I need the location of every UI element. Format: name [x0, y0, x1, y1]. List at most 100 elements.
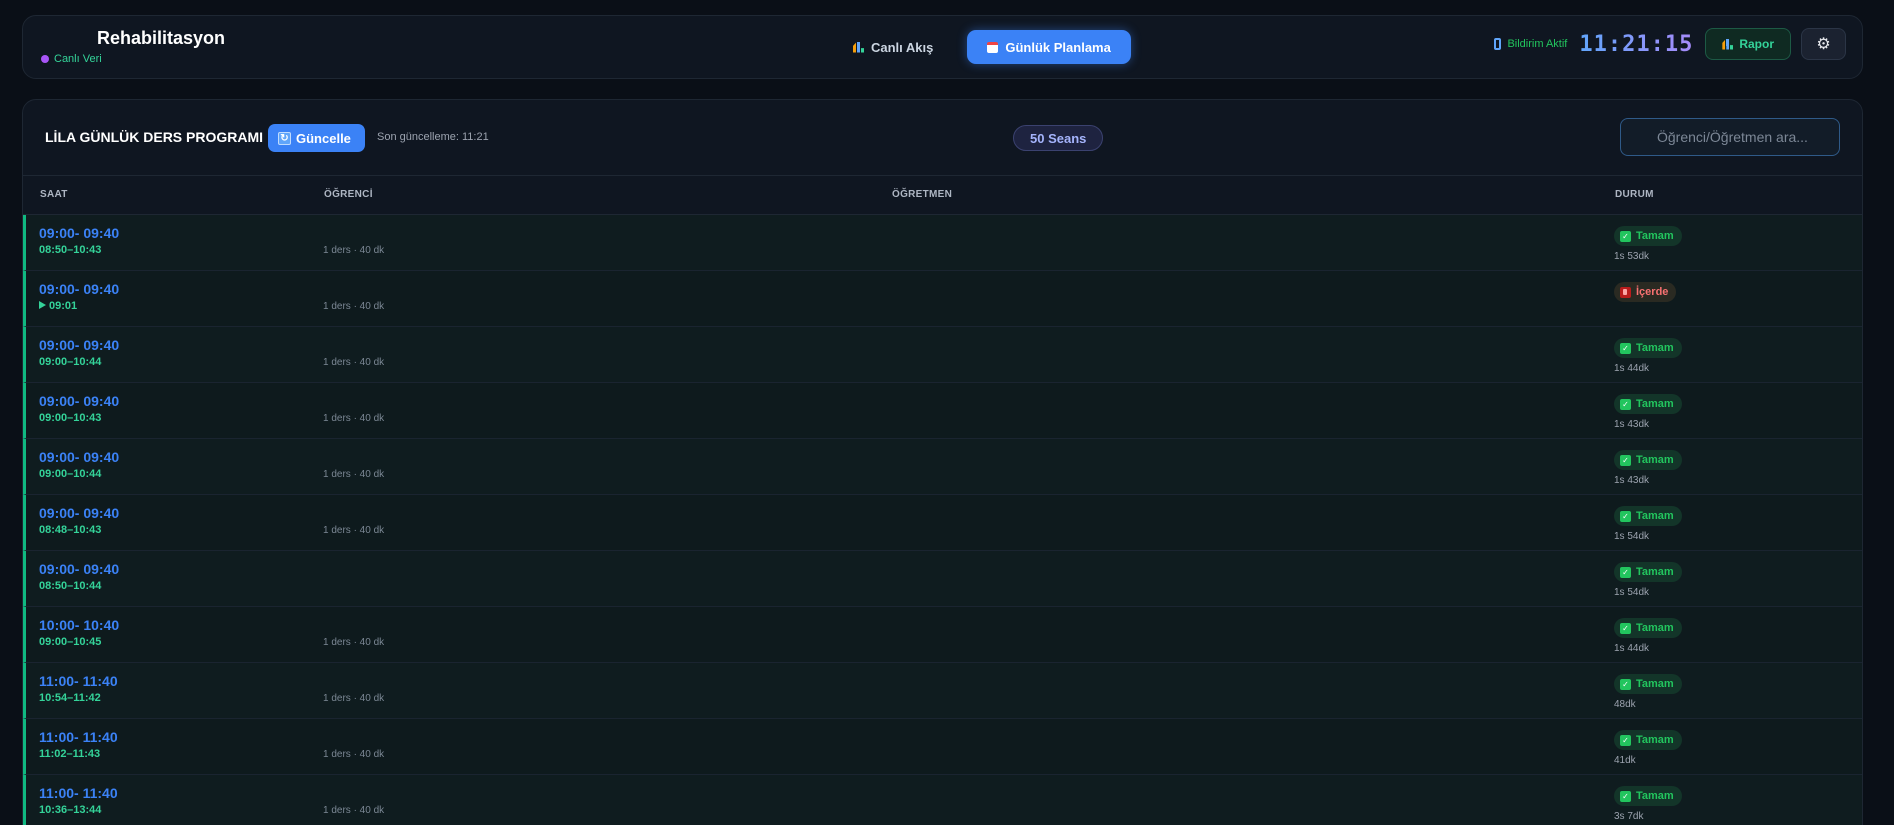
lesson-info: 1 ders · 40 dk: [323, 525, 385, 536]
status-label: İçerde: [1636, 286, 1669, 298]
scheduled-time: 09:00- 09:40: [39, 393, 120, 409]
play-icon: [39, 301, 46, 309]
scheduled-time: 09:00- 09:40: [39, 225, 120, 241]
phone-icon: [1494, 38, 1502, 50]
check-icon: ✓: [1620, 790, 1631, 802]
schedule-panel: LİLA GÜNLÜK DERS PROGRAMI ↻ Güncelle Son…: [22, 99, 1863, 825]
tab-live-flow[interactable]: Canlı Akış: [833, 30, 953, 64]
door-icon: [1620, 286, 1631, 298]
lesson-info: 1 ders · 40 dk: [323, 413, 385, 424]
live-label: Canlı Veri: [54, 53, 102, 65]
actual-time-text: 09:00–10:43: [39, 412, 102, 424]
table-row[interactable]: 09:00- 09:40 09:00–10:44 1 ders · 40 dk ✓ Ta…: [23, 327, 1862, 383]
actual-time: 09:01: [39, 300, 77, 312]
actual-time-text: 08:50–10:44: [39, 580, 102, 592]
actual-time: 08:48–10:43: [39, 524, 101, 536]
check-icon: ✓: [1620, 734, 1631, 746]
scheduled-time: 09:00- 09:40: [39, 505, 120, 521]
column-header-student[interactable]: ÖĞRENCİ: [324, 189, 373, 200]
check-icon: ✓: [1620, 454, 1631, 466]
table-row[interactable]: 09:00- 09:40 09:00–10:43 1 ders · 40 dk ✓ Ta…: [23, 383, 1862, 439]
clock: 11:21:15: [1579, 31, 1694, 57]
last-update-text: Son güncelleme: 11:21: [377, 131, 489, 143]
calendar-icon: [987, 41, 999, 53]
status-badge: ✓ Tamam: [1614, 618, 1682, 638]
status-badge: ✓ Tamam: [1614, 338, 1682, 358]
check-icon: ✓: [1620, 398, 1631, 410]
session-duration: 1s 53dk: [1614, 251, 1650, 262]
table-row[interactable]: 09:00- 09:40 08:48–10:43 1 ders · 40 dk ✓ Ta…: [23, 495, 1862, 551]
refresh-button[interactable]: ↻ Güncelle: [268, 124, 365, 152]
report-button[interactable]: Rapor: [1705, 28, 1791, 60]
view-tabs: Canlı Akış Günlük Planlama: [833, 30, 1131, 64]
actual-time-text: 09:00–10:44: [39, 468, 102, 480]
search-input[interactable]: [1620, 118, 1840, 156]
report-label: Rapor: [1739, 37, 1774, 51]
bar-chart-icon: [853, 41, 864, 53]
lesson-info: 1 ders · 40 dk: [323, 749, 385, 760]
tab-live-flow-label: Canlı Akış: [871, 39, 934, 55]
status-label: Tamam: [1636, 454, 1674, 466]
table-row[interactable]: 09:00- 09:40 09:00–10:44 1 ders · 40 dk ✓ Ta…: [23, 439, 1862, 495]
session-duration: 1s 44dk: [1614, 363, 1650, 374]
status-badge: ✓ Tamam: [1614, 506, 1682, 526]
table-header: SAAT ÖĞRENCİ ÖĞRETMEN DURUM: [23, 176, 1862, 215]
check-icon: ✓: [1620, 622, 1631, 634]
actual-time: 10:36–13:44: [39, 804, 101, 816]
status-label: Tamam: [1636, 342, 1674, 354]
lesson-info: 1 ders · 40 dk: [323, 245, 385, 256]
lesson-info: 1 ders · 40 dk: [323, 693, 385, 704]
table-row[interactable]: 09:00- 09:40 08:50–10:44 ✓ Tamam 1s 54dk: [23, 551, 1862, 607]
actual-time: 09:00–10:44: [39, 468, 101, 480]
actual-time: 09:00–10:44: [39, 356, 101, 368]
refresh-label: Güncelle: [296, 130, 351, 146]
status-badge: ✓ Tamam: [1614, 226, 1682, 246]
lesson-info: 1 ders · 40 dk: [323, 637, 385, 648]
check-icon: ✓: [1620, 230, 1631, 242]
table-row[interactable]: 11:00- 11:40 10:36–13:44 1 ders · 40 dk ✓ Ta…: [23, 775, 1862, 825]
lesson-info: 1 ders · 40 dk: [323, 469, 385, 480]
table-row[interactable]: 10:00- 10:40 09:00–10:45 1 ders · 40 dk ✓ Ta…: [23, 607, 1862, 663]
tab-daily-planning-label: Günlük Planlama: [1005, 39, 1111, 55]
session-duration: 1s 54dk: [1614, 587, 1650, 598]
lesson-info: 1 ders · 40 dk: [323, 805, 385, 816]
notification-label: Bildirim Aktif: [1507, 38, 1568, 50]
table-row[interactable]: 09:00- 09:40 08:50–10:43 1 ders · 40 dk ✓ Ta…: [23, 215, 1862, 271]
scheduled-time: 11:00- 11:40: [39, 785, 118, 801]
check-icon: ✓: [1620, 566, 1631, 578]
schedule-toolbar: LİLA GÜNLÜK DERS PROGRAMI ↻ Güncelle Son…: [23, 100, 1862, 176]
settings-button[interactable]: ⚙: [1801, 28, 1846, 60]
actual-time: 09:00–10:43: [39, 412, 101, 424]
live-dot-icon: [41, 55, 49, 63]
page-title: LİLA GÜNLÜK DERS PROGRAMI: [45, 129, 264, 145]
tab-daily-planning[interactable]: Günlük Planlama: [967, 30, 1131, 64]
actual-time-text: 08:50–10:43: [39, 244, 102, 256]
status-badge: ✓ Tamam: [1614, 562, 1682, 582]
table-row[interactable]: 11:00- 11:40 10:54–11:42 1 ders · 40 dk ✓ Ta…: [23, 663, 1862, 719]
column-header-time[interactable]: SAAT: [40, 189, 68, 200]
status-label: Tamam: [1636, 678, 1674, 690]
actual-time: 11:02–11:43: [39, 748, 100, 760]
status-badge: ✓ Tamam: [1614, 674, 1682, 694]
lesson-info: 1 ders · 40 dk: [323, 301, 385, 312]
table-row[interactable]: 11:00- 11:40 11:02–11:43 1 ders · 40 dk ✓ Ta…: [23, 719, 1862, 775]
status-badge: ✓ Tamam: [1614, 786, 1682, 806]
actual-time: 08:50–10:44: [39, 580, 101, 592]
app-title: Rehabilitasyon: [97, 28, 226, 48]
lesson-info: 1 ders · 40 dk: [323, 357, 385, 368]
table-row[interactable]: 09:00- 09:40 09:01 1 ders · 40 dk İçerde: [23, 271, 1862, 327]
scheduled-time: 09:00- 09:40: [39, 561, 120, 577]
scheduled-time: 11:00- 11:40: [39, 729, 118, 745]
scheduled-time: 09:00- 09:40: [39, 449, 120, 465]
scheduled-time: 09:00- 09:40: [39, 281, 120, 297]
column-header-status[interactable]: DURUM: [1615, 189, 1654, 200]
status-badge: ✓ Tamam: [1614, 394, 1682, 414]
session-duration: 1s 44dk: [1614, 643, 1650, 654]
actual-time: 08:50–10:43: [39, 244, 101, 256]
column-header-teacher[interactable]: ÖĞRETMEN: [892, 189, 952, 200]
notification-status[interactable]: Bildirim Aktif: [1494, 38, 1567, 50]
session-duration: 1s 43dk: [1614, 419, 1650, 430]
refresh-icon: ↻: [278, 131, 291, 145]
actual-time: 10:54–11:42: [39, 692, 101, 704]
session-count-badge: 50 Seans: [1013, 125, 1104, 151]
